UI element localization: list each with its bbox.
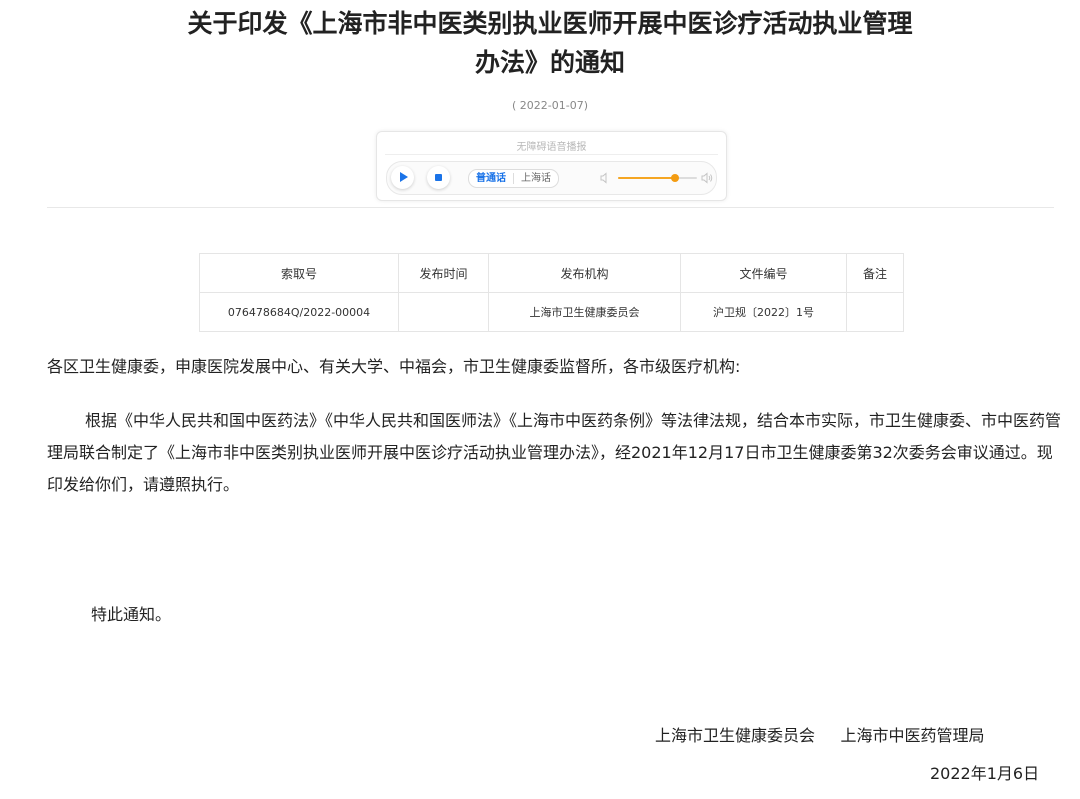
cell-document-number: 沪卫规〔2022〕1号 — [680, 292, 847, 332]
language-option-mandarin[interactable]: 普通话 — [469, 170, 513, 187]
signature-organizations: 上海市卫生健康委员会 上海市中医药管理局 — [655, 721, 984, 751]
header-publish-time: 发布时间 — [398, 253, 489, 293]
stop-button[interactable] — [427, 166, 450, 189]
header-index-number: 索取号 — [199, 253, 399, 293]
cell-index-number: 076478684Q/2022-00004 — [199, 292, 399, 332]
audio-divider — [385, 154, 718, 155]
stop-icon — [435, 174, 442, 181]
body-paragraph: 根据《中华人民共和国中医药法》《中华人民共和国医师法》《上海市中医药条例》等法律… — [47, 411, 1062, 494]
player-controls: 普通话 上海话 — [386, 161, 717, 195]
table-row: 076478684Q/2022-00004 上海市卫生健康委员会 沪卫规〔202… — [199, 292, 904, 332]
greeting-text: 各区卫生健康委，申康医院发展中心、有关大学、中福会，市卫生健康委监督所，各市级医… — [47, 357, 741, 376]
signature-date: 2022年1月6日 — [930, 764, 1040, 783]
volume-fill — [618, 177, 675, 179]
language-option-shanghainese[interactable]: 上海话 — [514, 170, 558, 187]
signature-org-health-commission: 上海市卫生健康委员会 — [655, 726, 816, 745]
header-remarks: 备注 — [846, 253, 904, 293]
language-toggle: 普通话 上海话 — [468, 169, 559, 188]
volume-slider[interactable] — [618, 174, 697, 182]
volume-high-icon[interactable] — [700, 171, 714, 185]
title-line-2: 办法》的通知 — [474, 48, 625, 77]
play-button[interactable] — [391, 166, 414, 189]
volume-knob[interactable] — [670, 174, 679, 182]
signature-org-tcm-bureau: 上海市中医药管理局 — [840, 726, 985, 745]
cell-publisher: 上海市卫生健康委员会 — [488, 292, 681, 332]
header-publisher: 发布机构 — [488, 253, 681, 293]
header-document-number: 文件编号 — [680, 253, 847, 293]
closing-text: 特此通知。 — [91, 605, 172, 624]
cell-remarks — [846, 292, 904, 332]
document-meta-table: 索取号 发布时间 发布机构 文件编号 备注 076478684Q/2022-00… — [199, 253, 904, 332]
header-divider — [47, 207, 1054, 208]
document-title: 关于印发《上海市非中医类别执业医师开展中医诊疗活动执业管理 办法》的通知 — [0, 4, 1080, 82]
play-icon — [400, 172, 408, 182]
publish-date: ( 2022-01-07) — [511, 99, 588, 112]
meta-header-row: 索取号 发布时间 发布机构 文件编号 备注 — [199, 253, 904, 293]
cell-publish-time — [398, 292, 489, 332]
audio-player: 无障碍语音播报 普通话 上海话 — [376, 131, 727, 201]
audio-caption: 无障碍语音播报 — [516, 142, 587, 153]
title-line-1: 关于印发《上海市非中医类别执业医师开展中医诊疗活动执业管理 — [187, 9, 913, 38]
volume-low-icon[interactable] — [598, 171, 612, 185]
